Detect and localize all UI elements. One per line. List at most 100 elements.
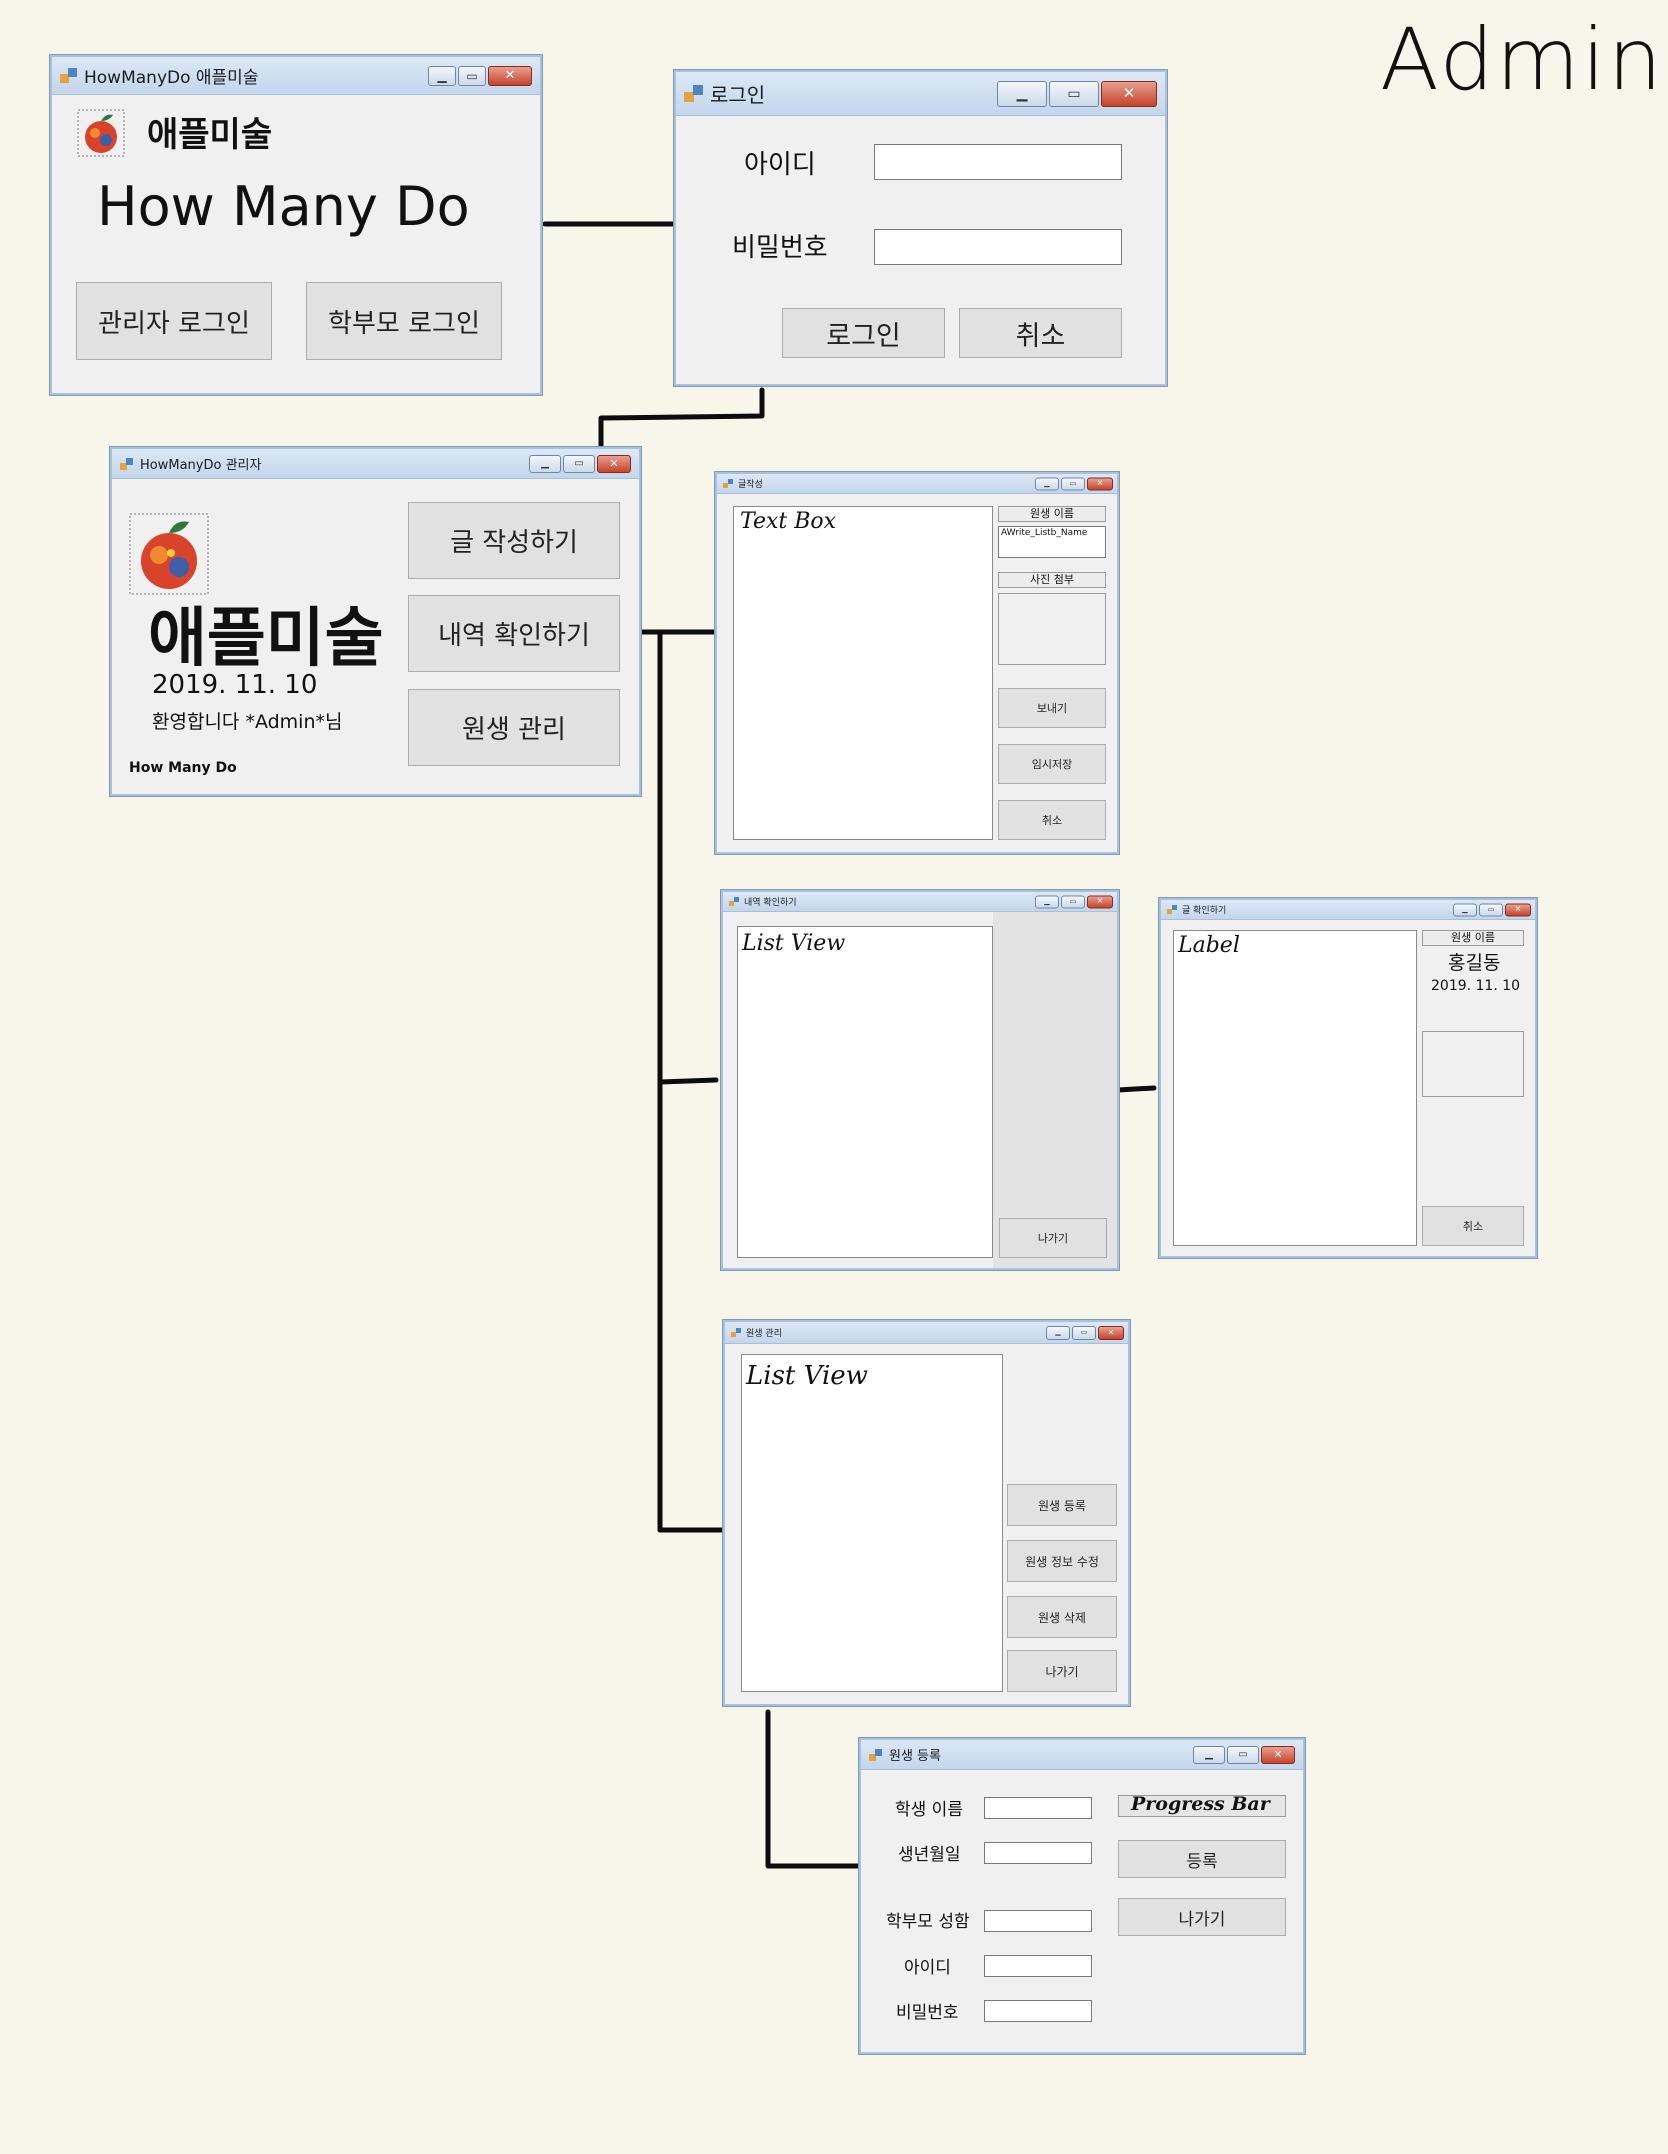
photo-preview-box[interactable] [998, 593, 1106, 665]
post-cancel-button[interactable]: 취소 [1422, 1206, 1524, 1246]
register-password-label: 비밀번호 [896, 2003, 959, 2023]
login-id-label: 아이디 [744, 150, 816, 180]
write-window: 글작성 ▁ ▭ ✕ Text Box 원생 이름 AWrite_Listb_Na… [715, 472, 1119, 854]
login-cancel-button[interactable]: 취소 [959, 308, 1122, 358]
app-icon [60, 67, 78, 84]
edit-student-button[interactable]: 원생 정보 수정 [1007, 1540, 1117, 1582]
login-password-field[interactable] [874, 229, 1122, 265]
student-name-list-label: AWrite_Listb_Name [1001, 528, 1088, 538]
connector-trunk-to-history [657, 1077, 719, 1085]
app-name-label: How Many Do [97, 175, 470, 238]
history-window-title: 내역 확인하기 [744, 898, 797, 908]
post-student-name-header: 원생 이름 [1422, 930, 1524, 946]
photo-attach-header: 사진 첨부 [998, 572, 1106, 588]
write-cancel-button[interactable]: 취소 [998, 800, 1106, 840]
history-window-titlebar: 내역 확인하기 ▁ ▭ ✕ [723, 892, 1117, 912]
register-id-label: 아이디 [904, 1958, 951, 1978]
register-password-field[interactable] [984, 2000, 1092, 2022]
maximize-icon[interactable]: ▭ [563, 454, 595, 473]
minimize-icon[interactable]: ▁ [1193, 1745, 1225, 1764]
write-post-button[interactable]: 글 작성하기 [408, 502, 620, 579]
birthdate-field[interactable] [984, 1842, 1092, 1864]
diagram-heading: Admin [1380, 10, 1665, 110]
app-icon [723, 479, 734, 488]
brand-label: 애플미술 [147, 115, 273, 155]
parent-login-button[interactable]: 학부모 로그인 [306, 282, 502, 360]
window-controls: ▁ ▭ ✕ [997, 80, 1157, 107]
app-icon [684, 84, 704, 103]
window-controls: ▁ ▭ ✕ [1046, 1325, 1124, 1340]
connector-manage-to-register [765, 1709, 862, 1869]
admin-window-titlebar: HowManyDo 관리자 ▁ ▭ ✕ [112, 449, 639, 479]
app-icon [869, 1748, 883, 1761]
post-date: 2019. 11. 10 [1431, 978, 1521, 994]
admin-welcome-label: 환영합니다 *Admin*님 [152, 711, 343, 733]
minimize-icon[interactable]: ▁ [1046, 1325, 1070, 1340]
minimize-icon[interactable]: ▁ [1035, 895, 1059, 908]
admin-date-label: 2019. 11. 10 [152, 670, 318, 700]
window-controls: ▁ ▭ ✕ [1193, 1745, 1295, 1764]
window-controls: ▁ ▭ ✕ [428, 65, 532, 86]
login-id-field[interactable] [874, 144, 1122, 180]
student-name-label: 학생 이름 [895, 1800, 963, 1820]
login-password-label: 비밀번호 [732, 233, 828, 263]
minimize-icon[interactable]: ▁ [428, 65, 456, 86]
login-window: 로그인 ▁ ▭ ✕ 아이디 비밀번호 로그인 취소 [674, 70, 1167, 386]
history-listview[interactable]: List View [737, 926, 993, 1258]
manage-students-button[interactable]: 원생 관리 [408, 689, 620, 766]
progress-bar-note: Progress Bar [1131, 1793, 1270, 1815]
maximize-icon[interactable]: ▭ [458, 65, 486, 86]
close-icon[interactable]: ✕ [1087, 477, 1113, 490]
register-submit-button[interactable]: 등록 [1118, 1840, 1286, 1878]
minimize-icon[interactable]: ▁ [1453, 903, 1477, 916]
write-textbox[interactable]: Text Box [733, 506, 993, 840]
manage-listview[interactable]: List View [741, 1354, 1003, 1692]
admin-brand-label: 애플미술 [148, 602, 384, 676]
send-button[interactable]: 보내기 [998, 688, 1106, 728]
maximize-icon[interactable]: ▭ [1479, 903, 1503, 916]
minimize-icon[interactable]: ▁ [529, 454, 561, 473]
admin-window-title: HowManyDo 관리자 [140, 458, 262, 473]
close-icon[interactable]: ✕ [597, 454, 631, 473]
history-side-area [993, 912, 1117, 1268]
register-id-field[interactable] [984, 1955, 1092, 1977]
view-history-button[interactable]: 내역 확인하기 [408, 595, 620, 672]
minimize-icon[interactable]: ▁ [1035, 477, 1059, 490]
maximize-icon[interactable]: ▭ [1049, 80, 1099, 107]
register-student-button[interactable]: 원생 등록 [1007, 1484, 1117, 1526]
app-icon [729, 897, 740, 906]
app-icon [1167, 905, 1178, 914]
close-icon[interactable]: ✕ [488, 65, 532, 86]
parent-name-field[interactable] [984, 1910, 1092, 1932]
window-controls: ▁ ▭ ✕ [1035, 895, 1113, 908]
maximize-icon[interactable]: ▭ [1061, 895, 1085, 908]
minimize-icon[interactable]: ▁ [997, 80, 1047, 107]
register-window-title: 원생 등록 [889, 1749, 941, 1764]
student-name-field[interactable] [984, 1797, 1092, 1819]
window-controls: ▁ ▭ ✕ [1453, 903, 1531, 916]
history-exit-button[interactable]: 나가기 [999, 1218, 1107, 1258]
close-icon[interactable]: ✕ [1098, 1325, 1124, 1340]
close-icon[interactable]: ✕ [1101, 80, 1157, 107]
close-icon[interactable]: ✕ [1261, 1745, 1295, 1764]
window-controls: ▁ ▭ ✕ [529, 454, 631, 473]
window-controls: ▁ ▭ ✕ [1035, 477, 1113, 490]
maximize-icon[interactable]: ▭ [1227, 1745, 1259, 1764]
save-draft-button[interactable]: 임시저장 [998, 744, 1106, 784]
maximize-icon[interactable]: ▭ [1061, 477, 1085, 490]
maximize-icon[interactable]: ▭ [1072, 1325, 1096, 1340]
login-button[interactable]: 로그인 [782, 308, 945, 358]
connector-history-to-post [1115, 1085, 1157, 1093]
manage-window-titlebar: 원생 관리 ▁ ▭ ✕ [725, 1322, 1128, 1344]
manage-window: 원생 관리 ▁ ▭ ✕ List View 원생 등록 원생 정보 수정 원생 … [723, 1320, 1130, 1706]
post-content-label: Label [1173, 930, 1417, 1246]
manage-exit-button[interactable]: 나가기 [1007, 1650, 1117, 1692]
register-exit-button[interactable]: 나가기 [1118, 1898, 1286, 1936]
close-icon[interactable]: ✕ [1505, 903, 1531, 916]
student-name-list[interactable]: AWrite_Listb_Name [998, 526, 1106, 558]
write-window-titlebar: 글작성 ▁ ▭ ✕ [717, 474, 1117, 494]
close-icon[interactable]: ✕ [1087, 895, 1113, 908]
admin-login-button[interactable]: 관리자 로그인 [76, 282, 272, 360]
delete-student-button[interactable]: 원생 삭제 [1007, 1596, 1117, 1638]
apple-logo [129, 513, 209, 595]
